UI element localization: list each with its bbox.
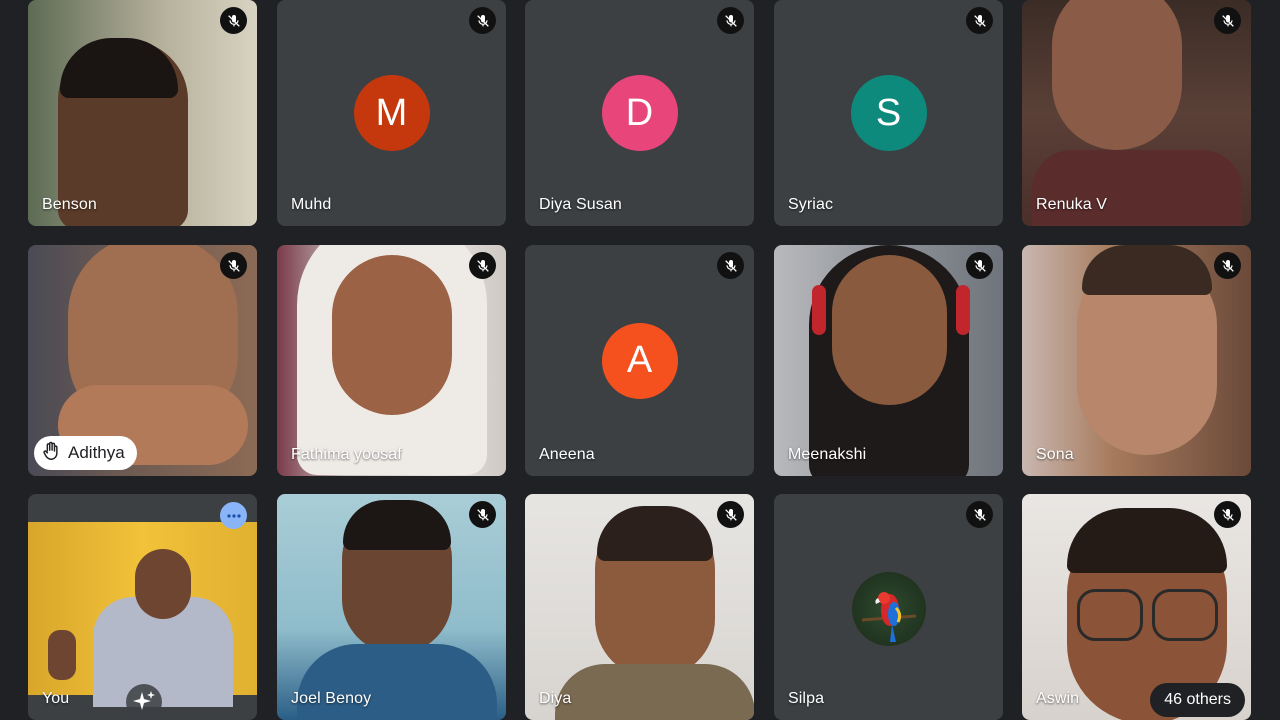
mic-off-icon xyxy=(1214,252,1241,279)
video-feed xyxy=(774,245,1003,476)
participant-name: You xyxy=(42,690,70,707)
participant-tile-diya[interactable]: Diya xyxy=(525,494,754,720)
avatar: S xyxy=(850,75,927,151)
participant-tile-meenakshi[interactable]: Meenakshi xyxy=(774,245,1003,476)
participant-tile-fathima-yoosaf[interactable]: Fathima yoosaf xyxy=(277,245,506,476)
mic-off-icon xyxy=(469,501,496,528)
participant-tile-benson[interactable]: Benson xyxy=(28,0,257,226)
video-feed xyxy=(1022,0,1251,226)
participant-name: Diya Susan xyxy=(539,196,622,213)
participant-name: Joel Benoy xyxy=(291,690,372,707)
participant-name: Fathima yoosaf xyxy=(291,446,402,463)
avatar: M xyxy=(353,75,430,151)
mic-off-icon xyxy=(966,501,993,528)
parrot-icon xyxy=(861,592,917,642)
participant-tile-syriac[interactable]: S Syriac xyxy=(774,0,1003,226)
participant-tile-silpa[interactable]: Silpa xyxy=(774,494,1003,720)
participant-tile-aneena[interactable]: A Aneena xyxy=(525,245,754,476)
profile-picture xyxy=(852,572,926,646)
more-options-icon[interactable] xyxy=(220,502,247,529)
mic-off-icon xyxy=(717,252,744,279)
mic-off-icon xyxy=(966,252,993,279)
participant-name: Silpa xyxy=(788,690,825,707)
participant-name: Muhd xyxy=(291,196,332,213)
participant-tile-adithya[interactable]: Adithya xyxy=(28,245,257,476)
avatar: A xyxy=(601,322,678,399)
mic-off-icon xyxy=(1214,501,1241,528)
participant-name: Aswin xyxy=(1036,690,1080,707)
video-feed xyxy=(28,522,257,707)
participant-tile-renuka-v[interactable]: Renuka V xyxy=(1022,0,1251,226)
mic-off-icon xyxy=(220,252,247,279)
mic-off-icon xyxy=(966,7,993,34)
avatar: D xyxy=(601,75,678,151)
mic-off-icon xyxy=(717,501,744,528)
participant-tile-joel-benoy[interactable]: Joel Benoy xyxy=(277,494,506,720)
others-count-button[interactable]: 46 others xyxy=(1150,683,1245,717)
participant-tile-muhd[interactable]: M Muhd xyxy=(277,0,506,226)
participant-tile-sona[interactable]: Sona xyxy=(1022,245,1251,476)
mic-off-icon xyxy=(469,7,496,34)
video-feed xyxy=(28,0,257,226)
participant-name: Sona xyxy=(1036,446,1074,463)
participant-name: Renuka V xyxy=(1036,196,1108,213)
mic-off-icon xyxy=(469,252,496,279)
participant-name: Aneena xyxy=(539,446,595,463)
video-feed xyxy=(277,494,506,720)
participant-tile-diya-susan[interactable]: D Diya Susan xyxy=(525,0,754,226)
mic-off-icon xyxy=(717,7,744,34)
mic-off-icon xyxy=(1214,7,1241,34)
mic-off-icon xyxy=(220,7,247,34)
participant-name: Benson xyxy=(42,196,97,213)
video-feed xyxy=(525,494,754,720)
participant-name: Syriac xyxy=(788,196,834,213)
video-feed xyxy=(1022,245,1251,476)
video-feed xyxy=(277,245,506,476)
raised-hand-chip[interactable]: Adithya xyxy=(34,436,137,470)
participant-name: Meenakshi xyxy=(788,446,867,463)
raised-hand-icon xyxy=(40,440,62,467)
sparkle-icon[interactable] xyxy=(126,684,162,720)
participant-name: Adithya xyxy=(68,443,125,462)
participant-name: Diya xyxy=(539,690,572,707)
